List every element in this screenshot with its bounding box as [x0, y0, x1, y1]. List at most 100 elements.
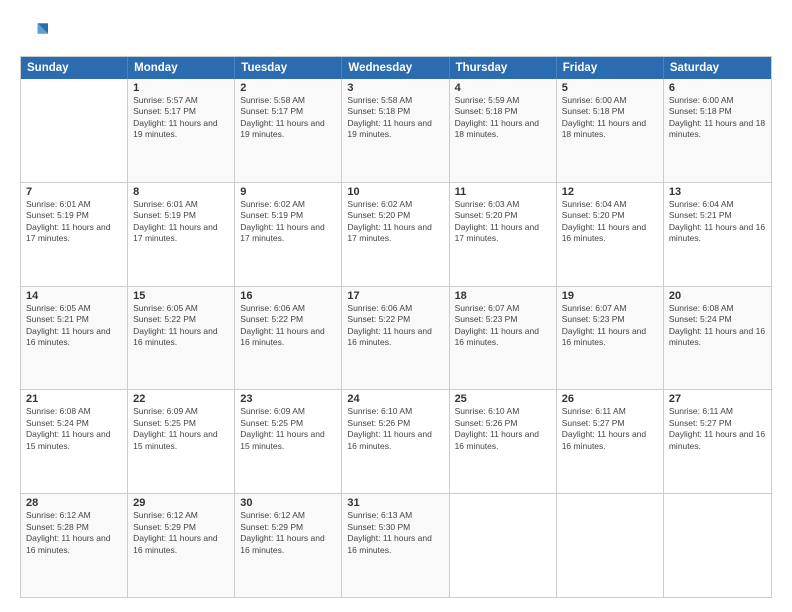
header-day-tuesday: Tuesday	[235, 57, 342, 79]
cell-info: Sunrise: 6:13 AMSunset: 5:30 PMDaylight:…	[347, 510, 443, 556]
empty-cell	[557, 494, 664, 597]
calendar: SundayMondayTuesdayWednesdayThursdayFrid…	[20, 56, 772, 598]
day-number: 11	[455, 186, 551, 198]
header-day-thursday: Thursday	[450, 57, 557, 79]
day-number: 20	[669, 290, 766, 302]
day-cell-4: 4Sunrise: 5:59 AMSunset: 5:18 PMDaylight…	[450, 79, 557, 182]
day-cell-1: 1Sunrise: 5:57 AMSunset: 5:17 PMDaylight…	[128, 79, 235, 182]
empty-cell	[21, 79, 128, 182]
day-cell-23: 23Sunrise: 6:09 AMSunset: 5:25 PMDayligh…	[235, 390, 342, 493]
page: SundayMondayTuesdayWednesdayThursdayFrid…	[0, 0, 792, 612]
day-number: 14	[26, 290, 122, 302]
calendar-row-4: 28Sunrise: 6:12 AMSunset: 5:28 PMDayligh…	[21, 493, 771, 597]
cell-info: Sunrise: 6:00 AMSunset: 5:18 PMDaylight:…	[669, 95, 766, 141]
cell-info: Sunrise: 6:08 AMSunset: 5:24 PMDaylight:…	[669, 303, 766, 349]
logo-icon	[20, 18, 48, 46]
day-cell-18: 18Sunrise: 6:07 AMSunset: 5:23 PMDayligh…	[450, 287, 557, 390]
day-cell-11: 11Sunrise: 6:03 AMSunset: 5:20 PMDayligh…	[450, 183, 557, 286]
logo	[20, 18, 52, 46]
day-number: 4	[455, 82, 551, 94]
day-number: 5	[562, 82, 658, 94]
day-cell-29: 29Sunrise: 6:12 AMSunset: 5:29 PMDayligh…	[128, 494, 235, 597]
day-cell-12: 12Sunrise: 6:04 AMSunset: 5:20 PMDayligh…	[557, 183, 664, 286]
cell-info: Sunrise: 6:04 AMSunset: 5:20 PMDaylight:…	[562, 199, 658, 245]
day-number: 7	[26, 186, 122, 198]
day-number: 13	[669, 186, 766, 198]
day-number: 2	[240, 82, 336, 94]
day-cell-30: 30Sunrise: 6:12 AMSunset: 5:29 PMDayligh…	[235, 494, 342, 597]
cell-info: Sunrise: 6:07 AMSunset: 5:23 PMDaylight:…	[455, 303, 551, 349]
cell-info: Sunrise: 5:58 AMSunset: 5:18 PMDaylight:…	[347, 95, 443, 141]
day-number: 10	[347, 186, 443, 198]
cell-info: Sunrise: 6:11 AMSunset: 5:27 PMDaylight:…	[669, 406, 766, 452]
day-number: 15	[133, 290, 229, 302]
day-number: 21	[26, 393, 122, 405]
day-cell-7: 7Sunrise: 6:01 AMSunset: 5:19 PMDaylight…	[21, 183, 128, 286]
cell-info: Sunrise: 6:09 AMSunset: 5:25 PMDaylight:…	[240, 406, 336, 452]
day-cell-20: 20Sunrise: 6:08 AMSunset: 5:24 PMDayligh…	[664, 287, 771, 390]
empty-cell	[664, 494, 771, 597]
calendar-row-1: 7Sunrise: 6:01 AMSunset: 5:19 PMDaylight…	[21, 182, 771, 286]
day-number: 28	[26, 497, 122, 509]
cell-info: Sunrise: 6:06 AMSunset: 5:22 PMDaylight:…	[347, 303, 443, 349]
cell-info: Sunrise: 6:11 AMSunset: 5:27 PMDaylight:…	[562, 406, 658, 452]
day-cell-21: 21Sunrise: 6:08 AMSunset: 5:24 PMDayligh…	[21, 390, 128, 493]
cell-info: Sunrise: 6:03 AMSunset: 5:20 PMDaylight:…	[455, 199, 551, 245]
cell-info: Sunrise: 5:58 AMSunset: 5:17 PMDaylight:…	[240, 95, 336, 141]
calendar-row-0: 1Sunrise: 5:57 AMSunset: 5:17 PMDaylight…	[21, 79, 771, 182]
empty-cell	[450, 494, 557, 597]
day-cell-27: 27Sunrise: 6:11 AMSunset: 5:27 PMDayligh…	[664, 390, 771, 493]
cell-info: Sunrise: 6:00 AMSunset: 5:18 PMDaylight:…	[562, 95, 658, 141]
day-cell-25: 25Sunrise: 6:10 AMSunset: 5:26 PMDayligh…	[450, 390, 557, 493]
day-cell-6: 6Sunrise: 6:00 AMSunset: 5:18 PMDaylight…	[664, 79, 771, 182]
calendar-row-2: 14Sunrise: 6:05 AMSunset: 5:21 PMDayligh…	[21, 286, 771, 390]
day-cell-9: 9Sunrise: 6:02 AMSunset: 5:19 PMDaylight…	[235, 183, 342, 286]
day-number: 1	[133, 82, 229, 94]
cell-info: Sunrise: 6:04 AMSunset: 5:21 PMDaylight:…	[669, 199, 766, 245]
cell-info: Sunrise: 5:57 AMSunset: 5:17 PMDaylight:…	[133, 95, 229, 141]
day-number: 30	[240, 497, 336, 509]
day-cell-2: 2Sunrise: 5:58 AMSunset: 5:17 PMDaylight…	[235, 79, 342, 182]
day-number: 31	[347, 497, 443, 509]
cell-info: Sunrise: 6:10 AMSunset: 5:26 PMDaylight:…	[455, 406, 551, 452]
day-cell-8: 8Sunrise: 6:01 AMSunset: 5:19 PMDaylight…	[128, 183, 235, 286]
cell-info: Sunrise: 6:02 AMSunset: 5:19 PMDaylight:…	[240, 199, 336, 245]
day-number: 18	[455, 290, 551, 302]
day-number: 24	[347, 393, 443, 405]
calendar-header: SundayMondayTuesdayWednesdayThursdayFrid…	[21, 57, 771, 79]
cell-info: Sunrise: 6:05 AMSunset: 5:21 PMDaylight:…	[26, 303, 122, 349]
calendar-row-3: 21Sunrise: 6:08 AMSunset: 5:24 PMDayligh…	[21, 389, 771, 493]
day-cell-19: 19Sunrise: 6:07 AMSunset: 5:23 PMDayligh…	[557, 287, 664, 390]
day-number: 23	[240, 393, 336, 405]
header-day-wednesday: Wednesday	[342, 57, 449, 79]
header-day-friday: Friday	[557, 57, 664, 79]
day-number: 6	[669, 82, 766, 94]
header-day-monday: Monday	[128, 57, 235, 79]
cell-info: Sunrise: 6:01 AMSunset: 5:19 PMDaylight:…	[26, 199, 122, 245]
header-day-saturday: Saturday	[664, 57, 771, 79]
day-number: 3	[347, 82, 443, 94]
day-cell-26: 26Sunrise: 6:11 AMSunset: 5:27 PMDayligh…	[557, 390, 664, 493]
cell-info: Sunrise: 5:59 AMSunset: 5:18 PMDaylight:…	[455, 95, 551, 141]
day-number: 25	[455, 393, 551, 405]
day-cell-24: 24Sunrise: 6:10 AMSunset: 5:26 PMDayligh…	[342, 390, 449, 493]
cell-info: Sunrise: 6:12 AMSunset: 5:28 PMDaylight:…	[26, 510, 122, 556]
day-cell-5: 5Sunrise: 6:00 AMSunset: 5:18 PMDaylight…	[557, 79, 664, 182]
day-number: 26	[562, 393, 658, 405]
day-cell-16: 16Sunrise: 6:06 AMSunset: 5:22 PMDayligh…	[235, 287, 342, 390]
day-number: 16	[240, 290, 336, 302]
cell-info: Sunrise: 6:10 AMSunset: 5:26 PMDaylight:…	[347, 406, 443, 452]
cell-info: Sunrise: 6:12 AMSunset: 5:29 PMDaylight:…	[240, 510, 336, 556]
cell-info: Sunrise: 6:01 AMSunset: 5:19 PMDaylight:…	[133, 199, 229, 245]
day-cell-22: 22Sunrise: 6:09 AMSunset: 5:25 PMDayligh…	[128, 390, 235, 493]
header	[20, 18, 772, 46]
day-cell-3: 3Sunrise: 5:58 AMSunset: 5:18 PMDaylight…	[342, 79, 449, 182]
cell-info: Sunrise: 6:08 AMSunset: 5:24 PMDaylight:…	[26, 406, 122, 452]
day-number: 12	[562, 186, 658, 198]
day-cell-15: 15Sunrise: 6:05 AMSunset: 5:22 PMDayligh…	[128, 287, 235, 390]
day-number: 27	[669, 393, 766, 405]
header-day-sunday: Sunday	[21, 57, 128, 79]
day-cell-28: 28Sunrise: 6:12 AMSunset: 5:28 PMDayligh…	[21, 494, 128, 597]
cell-info: Sunrise: 6:12 AMSunset: 5:29 PMDaylight:…	[133, 510, 229, 556]
cell-info: Sunrise: 6:06 AMSunset: 5:22 PMDaylight:…	[240, 303, 336, 349]
